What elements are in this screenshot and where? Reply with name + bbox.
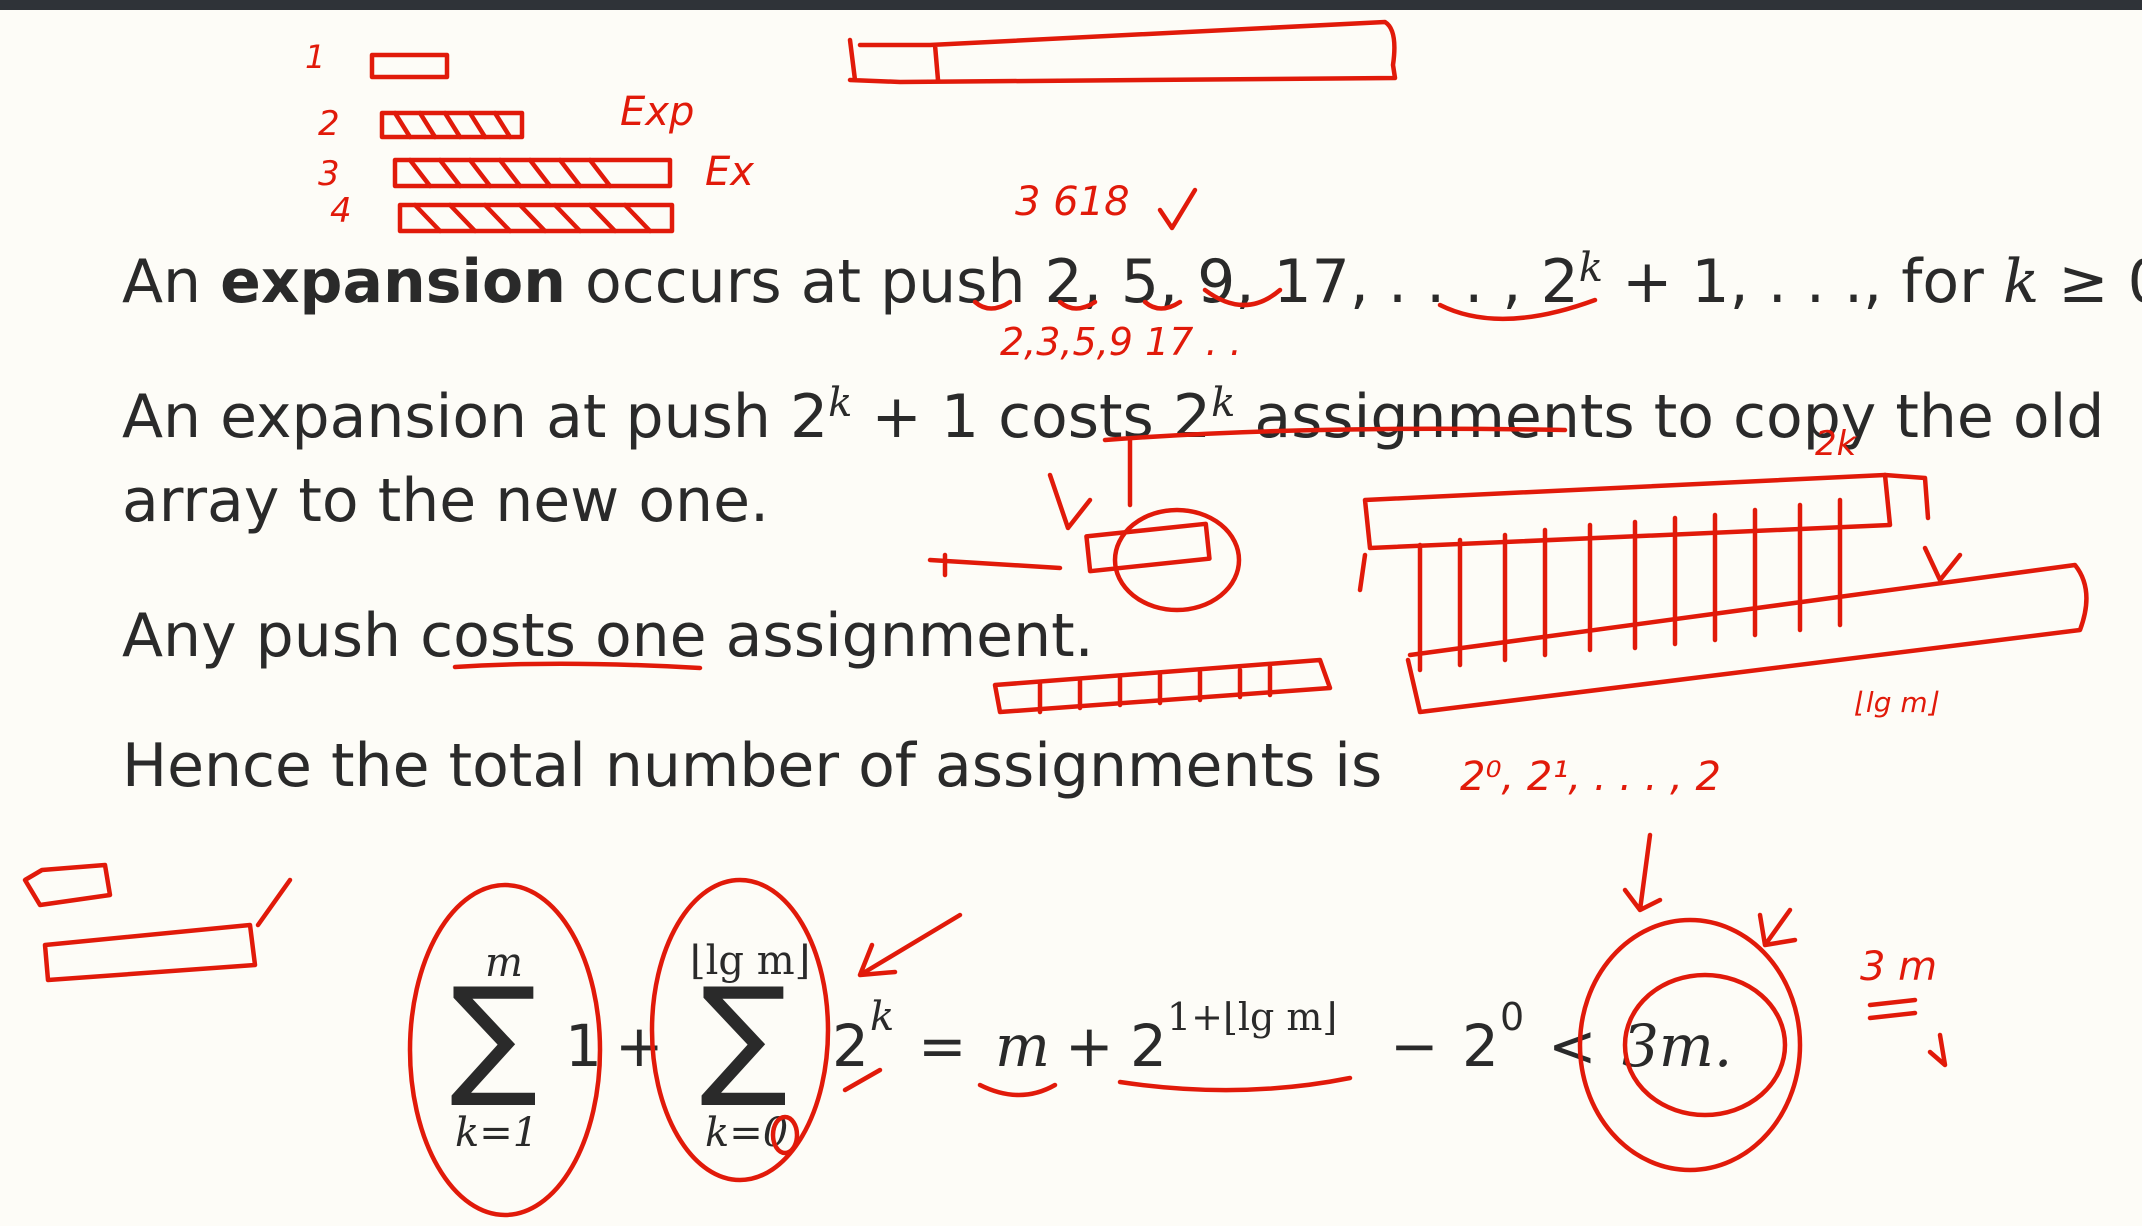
minus-sign: − bbox=[1390, 1012, 1439, 1080]
less-than: < bbox=[1548, 1012, 1597, 1080]
sum1-term: 1 bbox=[565, 1012, 602, 1080]
last-exp: 0 bbox=[1500, 995, 1524, 1039]
sum1-sigma: ∑ bbox=[450, 959, 538, 1111]
equals-sign: = bbox=[918, 1012, 967, 1080]
pow-exp: 1+⌊lg m⌋ bbox=[1167, 995, 1337, 1039]
term-m: m bbox=[995, 1012, 1050, 1080]
plus-2: + bbox=[1065, 1012, 1114, 1080]
pow-base: 2 bbox=[1130, 1012, 1167, 1080]
result-3m: 3m. bbox=[1622, 1012, 1732, 1080]
sum2-sigma: ∑ bbox=[700, 959, 788, 1111]
sum2-base: 2 bbox=[832, 1012, 869, 1080]
sum2-lower: k=0 bbox=[705, 1110, 788, 1156]
plus-1: + bbox=[615, 1012, 664, 1080]
sum1-lower: k=1 bbox=[455, 1110, 538, 1156]
sum2-exp: k bbox=[870, 994, 894, 1040]
last-base: 2 bbox=[1462, 1012, 1499, 1080]
total-assignments-formula: m ∑ k=1 1 + ⌊lg m⌋ ∑ k=0 2 k = m + 2 1+⌊… bbox=[450, 938, 1732, 1156]
